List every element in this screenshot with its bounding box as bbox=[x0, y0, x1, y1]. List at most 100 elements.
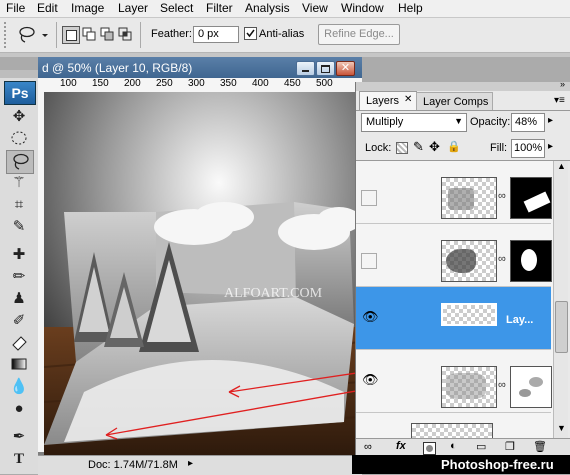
layers-panel-header[interactable]: » bbox=[356, 79, 570, 91]
lock-transparency-icon[interactable] bbox=[396, 142, 408, 154]
eraser-tool[interactable] bbox=[6, 332, 32, 354]
layer-style-icon[interactable]: fx bbox=[396, 440, 406, 452]
marquee-tool[interactable] bbox=[6, 128, 32, 150]
selected-layer-name[interactable]: Lay... bbox=[506, 314, 533, 326]
menu-help[interactable]: Help bbox=[398, 1, 423, 15]
opacity-dropdown-icon[interactable]: ▸ bbox=[548, 115, 553, 126]
layers-scrollbar[interactable]: ▲ ▼ bbox=[553, 161, 568, 438]
move-icon: ✥ bbox=[12, 108, 26, 125]
lock-position-icon[interactable]: ✥ bbox=[429, 139, 440, 155]
canvas[interactable]: ALFOART.COM bbox=[44, 92, 362, 455]
layer-row[interactable]: 👁 ∞ bbox=[356, 350, 552, 413]
ps-logo[interactable]: Ps bbox=[4, 81, 36, 105]
fill-dropdown-icon[interactable]: ▸ bbox=[548, 141, 553, 152]
history-brush-tool[interactable]: ✐ bbox=[6, 310, 32, 332]
add-to-selection-button[interactable] bbox=[81, 26, 97, 42]
layer-row[interactable]: ∞ bbox=[356, 161, 552, 224]
type-tool[interactable]: T bbox=[6, 448, 32, 470]
chain-link-icon[interactable]: ∞ bbox=[498, 253, 506, 265]
new-layer-icon[interactable]: ❐ bbox=[505, 440, 515, 453]
ruler-label: 200 bbox=[124, 78, 141, 89]
magic-wand-tool[interactable]: ⚚ bbox=[6, 172, 32, 194]
scroll-down-icon[interactable]: ▼ bbox=[557, 423, 566, 433]
blend-mode-select[interactable]: Multiply ▼ bbox=[361, 113, 467, 132]
healing-brush-tool[interactable]: ✚ bbox=[6, 244, 32, 266]
minimize-button[interactable] bbox=[296, 61, 315, 76]
visibility-toggle[interactable] bbox=[361, 253, 377, 269]
menu-edit[interactable]: Edit bbox=[37, 1, 58, 15]
tab-close-icon[interactable]: ✕ bbox=[404, 94, 412, 105]
layer-mask-thumbnail bbox=[510, 177, 552, 219]
close-icon: ✕ bbox=[340, 62, 351, 74]
feather-input[interactable]: 0 px bbox=[193, 26, 239, 43]
close-button[interactable]: ✕ bbox=[336, 61, 355, 76]
pen-tool[interactable]: ✒ bbox=[6, 426, 32, 448]
document-titlebar[interactable]: d @ 50% (Layer 10, RGB/8) ✕ bbox=[38, 57, 362, 78]
site-watermark-text: Photoshop-free.ru bbox=[441, 457, 554, 472]
visibility-toggle[interactable] bbox=[361, 190, 377, 206]
new-selection-icon bbox=[66, 30, 77, 41]
layer-row-selected[interactable]: 👁 Lay... bbox=[356, 287, 551, 350]
layers-panel: » Layers ✕ Layer Comps ▾≡ Multiply ▼ Opa… bbox=[355, 79, 570, 474]
lock-pixels-icon[interactable]: ✎ bbox=[413, 139, 424, 155]
tab-layer-comps[interactable]: Layer Comps bbox=[416, 92, 493, 111]
status-arrow-icon[interactable]: ▸ bbox=[188, 458, 193, 469]
brush-tool[interactable]: ✏ bbox=[6, 266, 32, 288]
canvas-artwork: ALFOART.COM bbox=[44, 92, 362, 455]
menu-view[interactable]: View bbox=[302, 1, 328, 15]
eye-icon[interactable]: 👁 bbox=[362, 309, 379, 325]
chain-link-icon[interactable]: ∞ bbox=[498, 190, 506, 202]
new-group-icon[interactable]: ▭ bbox=[476, 440, 486, 453]
trash-icon[interactable]: 🗑 bbox=[533, 440, 547, 453]
blur-tool[interactable]: 💧 bbox=[6, 376, 32, 398]
maximize-button[interactable] bbox=[316, 61, 335, 76]
lasso-icon bbox=[19, 26, 48, 43]
ruler-label: 400 bbox=[252, 78, 269, 89]
site-watermark: Photoshop-free.ru bbox=[352, 455, 570, 474]
tools-panel-header[interactable] bbox=[0, 70, 38, 78]
scroll-up-icon[interactable]: ▲ bbox=[557, 161, 566, 171]
menu-layer[interactable]: Layer bbox=[118, 1, 148, 15]
chain-link-icon[interactable]: ∞ bbox=[498, 379, 506, 391]
clone-stamp-tool[interactable]: ♟ bbox=[6, 288, 32, 310]
eyedropper-tool[interactable]: ✎ bbox=[6, 216, 32, 238]
lasso-tool[interactable] bbox=[6, 150, 34, 174]
menu-select[interactable]: Select bbox=[160, 1, 193, 15]
link-layers-icon[interactable]: ∞ bbox=[364, 441, 372, 453]
panel-menu-icon[interactable]: ▾≡ bbox=[554, 95, 565, 106]
status-bar: Doc: 1.74M/71.8M ▸ bbox=[38, 455, 362, 475]
refine-edge-button[interactable]: Refine Edge... bbox=[318, 24, 400, 45]
crop-tool[interactable]: ⌗ bbox=[6, 194, 32, 216]
blend-mode-value: Multiply bbox=[366, 116, 404, 128]
menu-file[interactable]: File bbox=[6, 1, 25, 15]
subtract-from-selection-button[interactable] bbox=[99, 26, 115, 42]
fill-input[interactable]: 100% bbox=[511, 139, 545, 158]
intersect-selection-button[interactable] bbox=[117, 26, 133, 42]
antialias-checkbox[interactable] bbox=[244, 27, 257, 40]
menu-analysis[interactable]: Analysis bbox=[245, 1, 290, 15]
move-tool[interactable]: ✥ bbox=[6, 106, 32, 128]
options-grip[interactable] bbox=[4, 22, 14, 48]
dodge-tool[interactable]: ● bbox=[6, 398, 32, 420]
stamp-icon: ♟ bbox=[12, 290, 26, 307]
tab-layer-comps-label: Layer Comps bbox=[423, 96, 489, 108]
layer-row[interactable]: ∞ bbox=[356, 224, 552, 287]
options-bar: Feather: 0 px Anti-alias Refine Edge... bbox=[0, 18, 570, 53]
menu-window[interactable]: Window bbox=[341, 1, 384, 15]
eye-icon[interactable]: 👁 bbox=[362, 372, 379, 388]
gradient-tool[interactable] bbox=[6, 354, 32, 376]
add-mask-icon[interactable] bbox=[423, 442, 436, 455]
adjustment-layer-icon[interactable]: ◐ bbox=[450, 440, 457, 452]
collapse-icon[interactable]: » bbox=[560, 79, 565, 89]
menu-image[interactable]: Image bbox=[71, 1, 104, 15]
scrollbar-thumb[interactable] bbox=[555, 301, 568, 353]
layer-row[interactable] bbox=[356, 413, 551, 438]
lasso-tool-preset-picker[interactable] bbox=[16, 24, 50, 46]
layer-mask-thumbnail bbox=[510, 366, 552, 408]
opacity-input[interactable]: 48% bbox=[511, 113, 545, 132]
tab-layers[interactable]: Layers ✕ bbox=[359, 91, 417, 111]
lock-all-icon[interactable]: 🔒 bbox=[447, 140, 461, 153]
type-icon: T bbox=[13, 451, 24, 467]
menu-filter[interactable]: Filter bbox=[206, 1, 233, 15]
new-selection-button[interactable] bbox=[62, 26, 80, 44]
